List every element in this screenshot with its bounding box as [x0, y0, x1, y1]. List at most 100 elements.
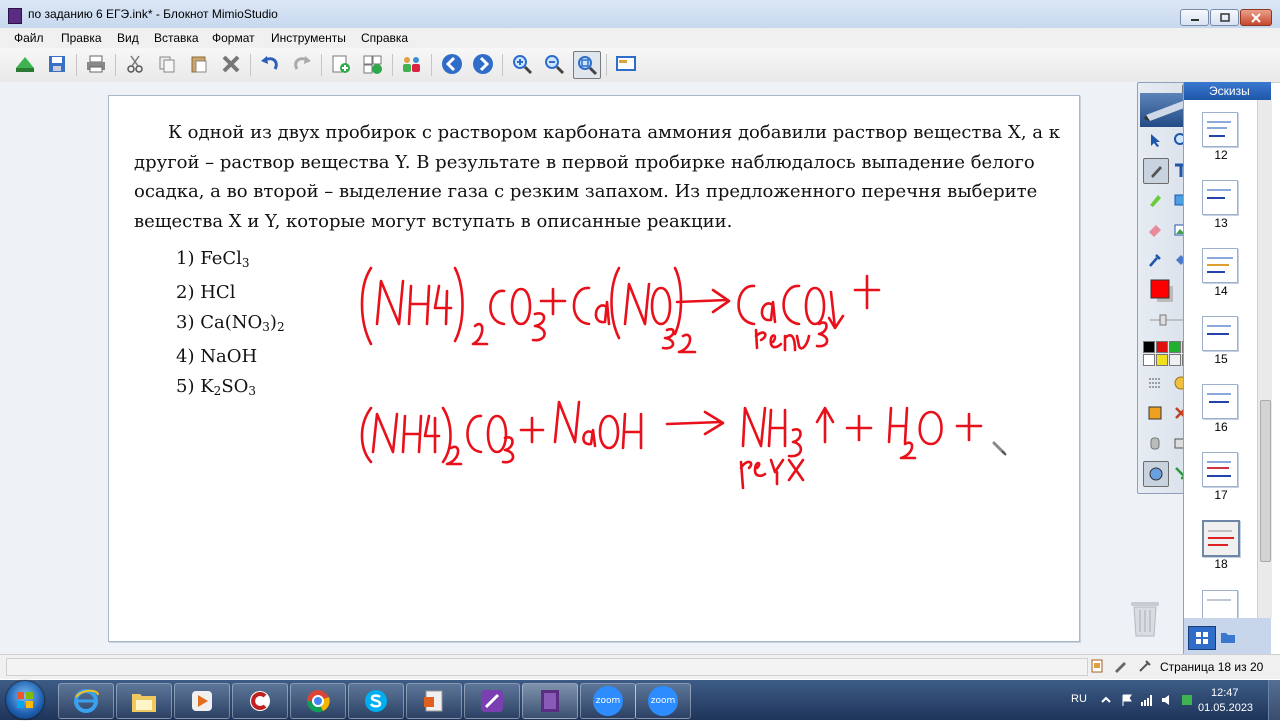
menu-file[interactable]: Файл [14, 31, 44, 45]
mimio-studio-icon [481, 690, 503, 712]
zoom-icon: zoom [593, 686, 623, 716]
open-icon[interactable] [12, 51, 38, 77]
next-page-icon[interactable] [470, 51, 496, 77]
previous-page-icon[interactable] [439, 51, 465, 77]
desktop-annotation-icon[interactable] [1143, 461, 1169, 487]
trash-icon[interactable] [1129, 598, 1161, 638]
window-title: по заданию 6 ЕГЭ.ink* - Блокнот MimioStu… [28, 7, 278, 21]
tray-expand-icon[interactable] [1099, 693, 1113, 707]
close-button[interactable] [1240, 9, 1272, 26]
thumbnail-13[interactable] [1202, 180, 1238, 215]
redo-icon[interactable] [289, 51, 315, 77]
thumbnails-scrollbar[interactable] [1257, 100, 1272, 618]
reveal-icon[interactable] [1143, 431, 1167, 455]
taskbar-zoom-2[interactable]: zoom [635, 683, 691, 719]
thumbnail-15[interactable] [1202, 316, 1238, 351]
menu-help[interactable]: Справка [361, 31, 408, 45]
taskbar: zoom zoom RU 12:47 01.05.2023 [0, 680, 1280, 720]
copy-icon[interactable] [154, 51, 180, 77]
thumbnails-list: 12 13 14 15 16 17 18 [1184, 100, 1257, 618]
taskbar-mimio-notebook[interactable] [522, 683, 578, 719]
line-style-icon[interactable] [1143, 371, 1167, 395]
eraser-tool-icon[interactable] [1143, 218, 1167, 242]
pen-cursor-icon [992, 441, 1007, 456]
taskbar-internet-explorer[interactable] [58, 683, 114, 719]
swatch-yellow[interactable] [1156, 354, 1168, 366]
thumbnails-tab[interactable]: Эскизы [1184, 82, 1271, 100]
tray-app-icon[interactable] [1180, 693, 1194, 707]
highlighter-tool-icon[interactable] [1143, 188, 1167, 212]
cut-icon[interactable] [122, 51, 148, 77]
skype-icon [365, 690, 387, 712]
eyedropper-tool-icon[interactable] [1143, 248, 1167, 272]
grid-view-icon[interactable] [1188, 626, 1216, 650]
pen-tool-icon[interactable] [1143, 158, 1169, 184]
pen-status-icon[interactable] [1113, 659, 1127, 673]
menu-insert[interactable]: Вставка [154, 31, 199, 45]
folder-icon[interactable] [1220, 630, 1236, 647]
language-indicator[interactable]: RU [1071, 693, 1087, 705]
swatch-black[interactable] [1143, 341, 1155, 353]
taskbar-mimio-studio[interactable] [464, 683, 520, 719]
users-icon[interactable] [399, 51, 425, 77]
taskbar-explorer[interactable] [116, 683, 172, 719]
volume-icon[interactable] [1160, 693, 1174, 707]
current-color-icon[interactable] [1149, 278, 1175, 304]
taskbar-chrome[interactable] [290, 683, 346, 719]
clock-time[interactable]: 12:47 [1211, 687, 1239, 699]
taskbar-ccleaner[interactable] [232, 683, 288, 719]
menu-format[interactable]: Формат [212, 31, 255, 45]
paste-icon[interactable] [186, 51, 212, 77]
swatch-light[interactable] [1169, 354, 1181, 366]
zoom-out-icon[interactable] [541, 51, 567, 77]
minimize-button[interactable] [1180, 9, 1209, 26]
undo-icon[interactable] [257, 51, 283, 77]
thumbnail-19[interactable] [1202, 590, 1238, 618]
menu-view[interactable]: Вид [117, 31, 139, 45]
office-icon [424, 690, 443, 712]
save-icon[interactable] [44, 51, 70, 77]
chrome-icon [306, 690, 330, 713]
thickness-slider[interactable] [1148, 313, 1188, 327]
menu-tools[interactable]: Инструменты [271, 31, 346, 45]
thumbnail-14[interactable] [1202, 248, 1238, 283]
taskbar-zoom-1[interactable]: zoom [580, 683, 636, 719]
gallery-icon[interactable] [1143, 401, 1167, 425]
page-indicator: Страница 18 из 20 [1160, 660, 1264, 674]
insert-page-icon[interactable] [360, 51, 386, 77]
taskbar-media-player[interactable] [174, 683, 230, 719]
notebook-page[interactable]: К одной из двух пробирок с раствором кар… [108, 95, 1080, 642]
maximize-icon [1219, 13, 1230, 22]
menu-bar: Файл Правка Вид Вставка Формат Инструмен… [0, 28, 1280, 48]
media-player-icon [192, 691, 212, 711]
swatch-white[interactable] [1143, 354, 1155, 366]
zoom-icon: zoom [648, 686, 678, 716]
thumbnail-16[interactable] [1202, 384, 1238, 419]
taskbar-office[interactable] [406, 683, 462, 719]
thumbnail-17[interactable] [1202, 452, 1238, 487]
scrollbar-thumb[interactable] [1260, 400, 1271, 562]
screen-icon[interactable] [613, 51, 639, 77]
network-icon[interactable] [1140, 693, 1154, 707]
taskbar-skype[interactable] [348, 683, 404, 719]
clock-date[interactable]: 01.05.2023 [1198, 702, 1253, 714]
maximize-button[interactable] [1210, 9, 1239, 26]
swatch-red[interactable] [1156, 341, 1168, 353]
show-desktop-button[interactable] [1268, 680, 1280, 720]
zoom-fit-icon[interactable] [573, 51, 601, 79]
zoom-in-icon[interactable] [509, 51, 535, 77]
delete-icon[interactable] [218, 51, 244, 77]
select-tool-icon[interactable] [1143, 128, 1167, 152]
menu-edit[interactable]: Правка [61, 31, 102, 45]
status-bar: Страница 18 из 20 [0, 654, 1280, 679]
flag-icon[interactable] [1120, 693, 1134, 707]
tools-status-icon[interactable] [1137, 659, 1151, 673]
windows-logo-icon [17, 692, 33, 708]
new-page-icon[interactable] [328, 51, 354, 77]
start-button[interactable] [6, 681, 44, 719]
swatch-green[interactable] [1169, 341, 1181, 353]
thumbnail-12[interactable] [1202, 112, 1238, 147]
page-icon[interactable] [1090, 659, 1104, 673]
thumbnail-18[interactable] [1202, 520, 1240, 557]
print-icon[interactable] [83, 51, 109, 77]
